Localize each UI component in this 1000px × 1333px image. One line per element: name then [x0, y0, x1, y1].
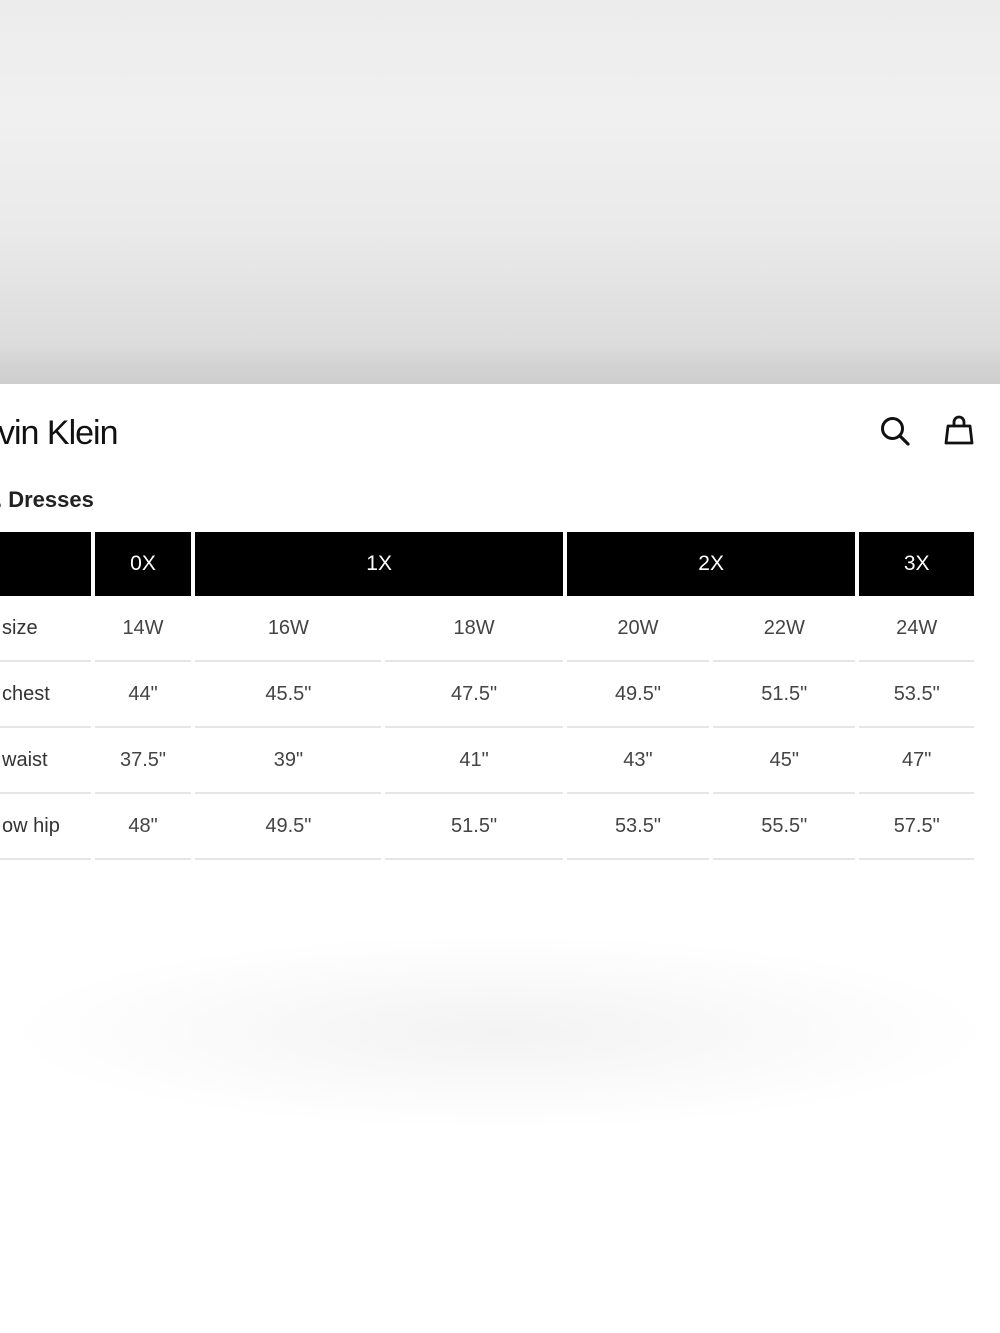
row-label: waist [0, 728, 91, 794]
table-cell: 53.5" [859, 662, 974, 728]
row-label: ow hip [0, 794, 91, 860]
table-cell: 45.5" [195, 662, 382, 728]
table-cell: 43" [566, 728, 710, 794]
blurred-background-top [0, 0, 1000, 384]
table-cell: 37.5" [94, 728, 192, 794]
table-cell: 16W [195, 596, 382, 662]
search-icon [881, 417, 910, 446]
table-cell: 18W [385, 596, 563, 662]
search-button[interactable] [878, 414, 912, 448]
table-cell: 55.5" [713, 794, 856, 860]
size-group-header: 0X [94, 532, 192, 596]
size-group-header: 2X [566, 532, 856, 596]
size-group-header [0, 532, 91, 596]
table-cell: 39" [195, 728, 382, 794]
table-cell: 22W [713, 596, 856, 662]
table-cell: 45" [713, 728, 856, 794]
table-row: size 14W 16W 18W 20W 22W 24W [0, 596, 974, 662]
size-guide-page: vin Klein . Dresses 0X 1X 2X 3X size 14W… [0, 384, 1000, 870]
size-group-header: 1X [195, 532, 563, 596]
table-cell: 47" [859, 728, 974, 794]
table-cell: 57.5" [859, 794, 974, 860]
table-cell: 41" [385, 728, 563, 794]
table-row: waist 37.5" 39" 41" 43" 45" 47" [0, 728, 974, 794]
row-label: size [0, 596, 91, 662]
size-group-header-row: 0X 1X 2X 3X [0, 532, 974, 596]
table-cell: 49.5" [195, 794, 382, 860]
table-cell: 24W [859, 596, 974, 662]
shopping-bag-button[interactable] [942, 414, 976, 448]
table-cell: 14W [94, 596, 192, 662]
table-cell: 49.5" [566, 662, 710, 728]
category-title: . Dresses [0, 487, 94, 512]
table-cell: 53.5" [566, 794, 710, 860]
table-cell: 44" [94, 662, 192, 728]
table-cell: 51.5" [713, 662, 856, 728]
table-cell: 20W [566, 596, 710, 662]
row-label: chest [0, 662, 91, 728]
table-row: chest 44" 45.5" 47.5" 49.5" 51.5" 53.5" [0, 662, 974, 728]
table-cell: 51.5" [385, 794, 563, 860]
table-cell: 48" [94, 794, 192, 860]
table-cell: 47.5" [385, 662, 563, 728]
shopping-bag-icon [944, 415, 974, 445]
blurred-background-bottom [0, 870, 1000, 1333]
size-group-header: 3X [859, 532, 974, 596]
brand-logo[interactable]: vin Klein [0, 414, 119, 453]
table-row: ow hip 48" 49.5" 51.5" 53.5" 55.5" 57.5" [0, 794, 974, 860]
size-chart-table: 0X 1X 2X 3X size 14W 16W 18W 20W 22W 24W… [0, 532, 978, 860]
